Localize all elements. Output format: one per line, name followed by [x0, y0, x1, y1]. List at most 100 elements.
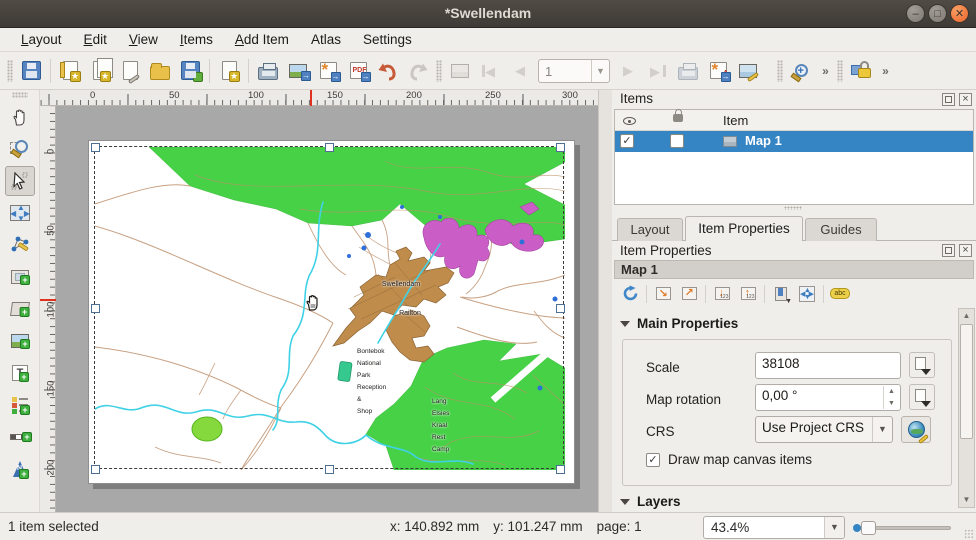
- export-image-button[interactable]: →: [284, 57, 312, 85]
- export-pdf-button[interactable]: PDF→: [344, 57, 372, 85]
- layout-canvas[interactable]: Swellendam Railton BontebokNational Park…: [56, 106, 598, 512]
- menu-add-item[interactable]: Add Item: [224, 30, 300, 49]
- move-content-button[interactable]: ▲▼◀▶: [795, 283, 819, 305]
- resize-handle-sw[interactable]: [91, 465, 100, 474]
- actions-overflow-button[interactable]: »: [877, 57, 893, 85]
- chevron-down-icon[interactable]: ▼: [591, 60, 609, 82]
- close-button[interactable]: ✕: [950, 4, 969, 23]
- duplicate-layout-button[interactable]: ★: [86, 57, 114, 85]
- set-scale-to-canvas-button[interactable]: ↓123: [710, 283, 734, 305]
- add-picture-button[interactable]: +: [5, 326, 35, 356]
- chevron-down-icon[interactable]: ▼: [824, 517, 844, 538]
- atlas-prev-button[interactable]: ◀: [506, 57, 534, 85]
- add-north-arrow-button[interactable]: N+: [5, 454, 35, 484]
- navigation-overflow-button[interactable]: »: [817, 57, 833, 85]
- resize-handle-se[interactable]: [556, 465, 565, 474]
- resize-handle-ne[interactable]: [556, 143, 565, 152]
- resize-handle-s[interactable]: [325, 465, 334, 474]
- panel-splitter[interactable]: [598, 90, 612, 512]
- save-button[interactable]: [17, 57, 45, 85]
- print-button[interactable]: [254, 57, 282, 85]
- maximize-button[interactable]: □: [928, 4, 947, 23]
- tab-item-properties[interactable]: Item Properties: [685, 216, 803, 241]
- scrollbar-thumb[interactable]: [960, 324, 973, 439]
- new-from-template-button[interactable]: ★: [215, 57, 243, 85]
- dock-splitter-handle[interactable]: [784, 206, 802, 210]
- zoom-slider[interactable]: [853, 516, 953, 539]
- view-extent-in-canvas-button[interactable]: ↗: [677, 283, 701, 305]
- rotation-spinbox[interactable]: 0,00 ° ▲▼: [755, 384, 901, 411]
- tab-guides[interactable]: Guides: [805, 218, 877, 241]
- crs-combo[interactable]: Use Project CRS▼: [755, 416, 893, 443]
- atlas-page-combo[interactable]: 1 ▼: [538, 59, 610, 83]
- atlas-first-button[interactable]: ◀: [476, 57, 504, 85]
- map-item[interactable]: Swellendam Railton BontebokNational Park…: [95, 147, 565, 470]
- add-scalebar-button[interactable]: +: [5, 422, 35, 452]
- atlas-print-button[interactable]: [674, 57, 702, 85]
- toolbar-drag-handle[interactable]: [837, 60, 843, 82]
- add-label-button[interactable]: T+: [5, 358, 35, 388]
- resize-handle-nw[interactable]: [91, 143, 100, 152]
- layout-manager-button[interactable]: [116, 57, 144, 85]
- save-as-template-button[interactable]: [176, 57, 204, 85]
- float-panel-icon[interactable]: [942, 244, 955, 257]
- menu-layout[interactable]: Layout: [10, 30, 73, 49]
- add-legend-button[interactable]: +: [5, 390, 35, 420]
- resize-handle-n[interactable]: [325, 143, 334, 152]
- undo-button[interactable]: [374, 57, 402, 85]
- toolbar-drag-handle[interactable]: [12, 92, 28, 98]
- move-item-content-tool-button[interactable]: ▲▼◀▶: [5, 198, 35, 228]
- select-move-item-tool-button[interactable]: [5, 166, 35, 196]
- toolbar-drag-handle[interactable]: [7, 60, 13, 82]
- minimize-button[interactable]: –: [906, 4, 925, 23]
- float-panel-icon[interactable]: [942, 93, 955, 106]
- lock-items-button[interactable]: [847, 57, 875, 85]
- zoom-in-button[interactable]: +: [787, 57, 815, 85]
- set-extent-to-canvas-button[interactable]: ↘: [651, 283, 675, 305]
- menu-atlas[interactable]: Atlas: [300, 30, 352, 49]
- zoom-level-combo[interactable]: 43.4% ▼: [703, 516, 845, 539]
- draw-canvas-items-checkbox[interactable]: ✓: [646, 453, 660, 467]
- rotation-override-button[interactable]: [909, 384, 935, 410]
- atlas-preview-button[interactable]: [446, 57, 474, 85]
- add-map-button[interactable]: +: [5, 262, 35, 292]
- toolbar-drag-handle[interactable]: [436, 60, 442, 82]
- section-layers[interactable]: Layers: [620, 494, 681, 509]
- toolbar-drag-handle[interactable]: [777, 60, 783, 82]
- scale-input[interactable]: 38108: [755, 352, 901, 379]
- export-svg-button[interactable]: *→: [314, 57, 342, 85]
- resize-handle-w[interactable]: [91, 304, 100, 313]
- scale-override-button[interactable]: [909, 352, 935, 378]
- new-layout-button[interactable]: ★: [56, 57, 84, 85]
- view-scale-in-canvas-button[interactable]: ↑123: [736, 283, 760, 305]
- atlas-last-button[interactable]: ▶: [644, 57, 672, 85]
- close-panel-icon[interactable]: ×: [959, 93, 972, 106]
- titlebar[interactable]: *Swellendam – □ ✕: [0, 0, 976, 28]
- crs-select-button[interactable]: [901, 416, 931, 443]
- refresh-button[interactable]: [618, 283, 642, 305]
- lock-checkbox[interactable]: [670, 134, 684, 148]
- menu-settings[interactable]: Settings: [352, 30, 423, 49]
- slider-handle[interactable]: [861, 521, 876, 535]
- redo-button[interactable]: [404, 57, 432, 85]
- atlas-next-button[interactable]: ▶: [614, 57, 642, 85]
- visibility-checkbox[interactable]: ✓: [620, 134, 634, 148]
- interactive-edit-extent-button[interactable]: ▼: [769, 283, 793, 305]
- atlas-settings-button[interactable]: [734, 57, 762, 85]
- spin-arrows[interactable]: ▲▼: [883, 386, 899, 409]
- menu-items[interactable]: Items: [169, 30, 224, 49]
- resize-handle-e[interactable]: [556, 304, 565, 313]
- menu-view[interactable]: View: [118, 30, 169, 49]
- atlas-export-button[interactable]: *A→: [704, 57, 732, 85]
- edit-nodes-tool-button[interactable]: [5, 230, 35, 260]
- tab-layout[interactable]: Layout: [617, 218, 683, 241]
- section-main-properties[interactable]: Main Properties: [620, 316, 738, 331]
- resize-grip[interactable]: [964, 529, 974, 539]
- pan-tool-button[interactable]: [5, 102, 35, 132]
- properties-scrollbar[interactable]: ▲ ▼: [958, 308, 975, 508]
- zoom-tool-button[interactable]: [5, 134, 35, 164]
- add-3d-map-button[interactable]: +: [5, 294, 35, 324]
- menu-edit[interactable]: Edit: [73, 30, 118, 49]
- labeling-settings-button[interactable]: abc: [828, 283, 852, 305]
- open-button[interactable]: [146, 57, 174, 85]
